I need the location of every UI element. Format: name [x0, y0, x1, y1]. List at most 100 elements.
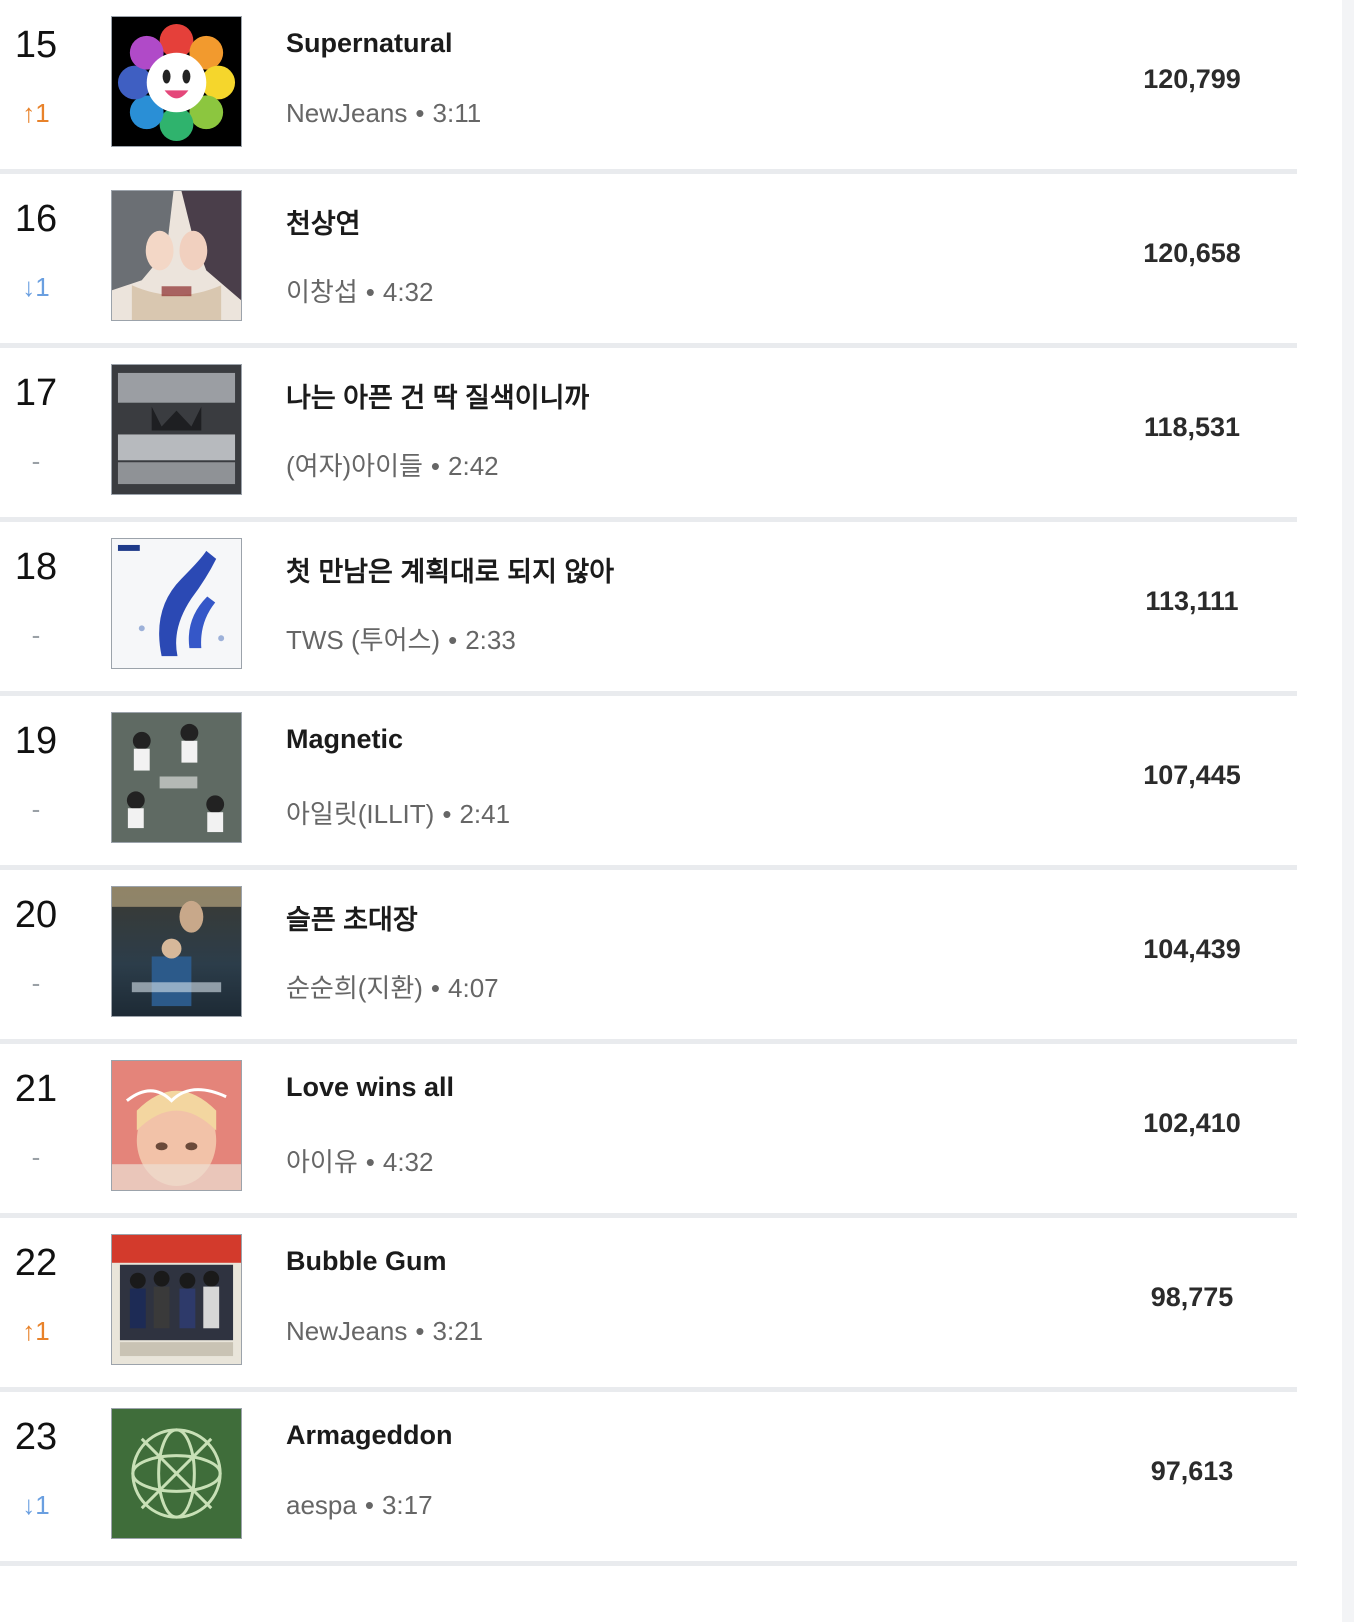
track-title[interactable]: Supernatural	[286, 28, 453, 59]
artist-name[interactable]: (여자)아이들	[286, 451, 423, 481]
track-meta: 아일릿(ILLIT) • 2:41	[286, 794, 510, 831]
track-title[interactable]: 첫 만남은 계획대로 되지 않아	[286, 550, 614, 589]
album-art[interactable]	[111, 16, 242, 147]
track-title[interactable]: 나는 아픈 건 딱 질색이니까	[286, 376, 589, 415]
stream-count: 118,531	[1143, 412, 1241, 442]
separator-dot: •	[365, 277, 375, 307]
track-duration: 2:42	[448, 451, 499, 481]
rank-number: 16	[14, 198, 58, 240]
music-chart-list: 15 ↑1 Supernatural NewJeans • 3:11 120,7…	[0, 0, 1297, 1566]
album-art[interactable]	[111, 1060, 242, 1191]
artist-name[interactable]: aespa	[286, 1490, 357, 1520]
rank-change-none: -	[31, 968, 41, 998]
track-title[interactable]: 천상연	[286, 202, 361, 241]
rank-change-none: -	[31, 794, 41, 824]
separator-dot: •	[430, 451, 441, 481]
track-duration: 3:21	[432, 1316, 484, 1346]
rank-number: 19	[14, 720, 58, 762]
separator-dot: •	[364, 1490, 374, 1520]
stream-count: 104,439	[1143, 934, 1241, 964]
stream-count: 107,445	[1143, 760, 1241, 790]
rank-change-down: ↓1	[22, 1490, 50, 1520]
rank-number: 15	[14, 24, 58, 66]
rank-number: 18	[14, 546, 58, 588]
stream-count: 120,658	[1143, 238, 1241, 268]
separator-dot: •	[448, 625, 458, 655]
artist-name[interactable]: 이창섭	[286, 277, 358, 307]
track-meta: NewJeans • 3:21	[286, 1316, 483, 1347]
track-title[interactable]: Magnetic	[286, 724, 403, 755]
artist-name[interactable]: NewJeans	[286, 98, 407, 128]
rank-number: 21	[14, 1068, 58, 1110]
track-duration: 3:11	[432, 98, 482, 128]
track-duration: 3:17	[381, 1490, 433, 1520]
stream-count: 98,775	[1150, 1282, 1234, 1312]
album-art[interactable]	[111, 538, 242, 669]
track-duration: 2:41	[459, 799, 511, 829]
album-art[interactable]	[111, 1234, 242, 1365]
stream-count: 120,799	[1143, 64, 1241, 94]
newjeans-art-icon	[112, 1235, 241, 1364]
album-art[interactable]	[111, 886, 242, 1017]
track-meta: 순순희(지환) • 4:07	[286, 968, 499, 1005]
artist-name[interactable]: 순순희(지환)	[286, 973, 423, 1003]
artist-name[interactable]: NewJeans	[286, 1316, 407, 1346]
separator-dot: •	[365, 1147, 375, 1177]
track-meta: TWS (투어스) • 2:33	[286, 620, 516, 657]
rank-number: 20	[14, 894, 58, 936]
artist-name[interactable]: TWS (투어스)	[286, 625, 440, 655]
separator-dot: •	[430, 973, 441, 1003]
rank-change-none: -	[31, 1142, 41, 1172]
track-meta: 아이유 • 4:32	[286, 1142, 433, 1179]
separator-dot: •	[442, 799, 452, 829]
rank-change-up: ↑1	[22, 98, 50, 128]
artist-name[interactable]: 아이유	[286, 1147, 358, 1177]
chart-row[interactable]: 21 - Love wins all 아이유 • 4:32 102,410	[0, 1044, 1297, 1218]
rank-number: 23	[14, 1416, 58, 1458]
artist-name[interactable]: 아일릿(ILLIT)	[286, 799, 434, 829]
chart-row[interactable]: 19 - Magnetic 아일릿(ILLIT) • 2:41 107,445	[0, 696, 1297, 870]
rank-change-up: ↑1	[22, 1316, 50, 1346]
track-duration: 4:07	[448, 973, 499, 1003]
track-meta: (여자)아이들 • 2:42	[286, 446, 499, 483]
tws-art-icon	[112, 539, 241, 668]
track-duration: 4:32	[382, 1147, 434, 1177]
track-meta: aespa • 3:17	[286, 1490, 433, 1521]
rank-change-down: ↓1	[22, 272, 50, 302]
track-meta: 이창섭 • 4:32	[286, 272, 433, 309]
rank-change-none: -	[31, 620, 41, 650]
track-title[interactable]: Armageddon	[286, 1420, 453, 1451]
chart-row[interactable]: 20 - 슬픈 초대장 순순희(지환) • 4:07 104,439	[0, 870, 1297, 1044]
stream-count: 113,111	[1145, 586, 1239, 616]
chart-row[interactable]: 16 ↓1 천상연 이창섭 • 4:32 120,658	[0, 174, 1297, 348]
scrollbar-track[interactable]	[1342, 0, 1354, 1622]
chart-row[interactable]: 15 ↑1 Supernatural NewJeans • 3:11 120,7…	[0, 0, 1297, 174]
stream-count: 102,410	[1143, 1108, 1241, 1138]
separator-dot: •	[415, 1316, 425, 1346]
stream-count: 97,613	[1150, 1456, 1234, 1486]
album-art[interactable]	[111, 364, 242, 495]
illit-art-icon	[112, 713, 241, 842]
chart-row[interactable]: 23 ↓1 Armageddon aespa • 3:17 97,613	[0, 1392, 1297, 1566]
track-title[interactable]: 슬픈 초대장	[286, 898, 418, 937]
album-art[interactable]	[111, 190, 242, 321]
chart-row[interactable]: 22 ↑1 Bubble Gum NewJeans • 3:21 98,775	[0, 1218, 1297, 1392]
album-art[interactable]	[111, 1408, 242, 1539]
aespa-art-icon	[112, 1409, 241, 1538]
winning-art-icon	[112, 1061, 241, 1190]
rank-number: 17	[14, 372, 58, 414]
photo-art-icon	[112, 887, 241, 1016]
track-title[interactable]: Bubble Gum	[286, 1246, 447, 1277]
chart-row[interactable]: 17 - 나는 아픈 건 딱 질색이니까 (여자)아이들 • 2:42 118,53…	[0, 348, 1297, 522]
separator-dot: •	[415, 98, 425, 128]
rank-number: 22	[14, 1242, 58, 1284]
track-duration: 4:32	[382, 277, 434, 307]
flower-art-icon	[112, 17, 241, 146]
gidle-art-icon	[112, 365, 241, 494]
track-title[interactable]: Love wins all	[286, 1072, 454, 1103]
track-duration: 2:33	[465, 625, 516, 655]
album-art[interactable]	[111, 712, 242, 843]
chart-row[interactable]: 18 - 첫 만남은 계획대로 되지 않아 TWS (투어스) • 2:33 113…	[0, 522, 1297, 696]
track-meta: NewJeans • 3:11	[286, 98, 481, 129]
rank-change-none: -	[31, 446, 41, 476]
